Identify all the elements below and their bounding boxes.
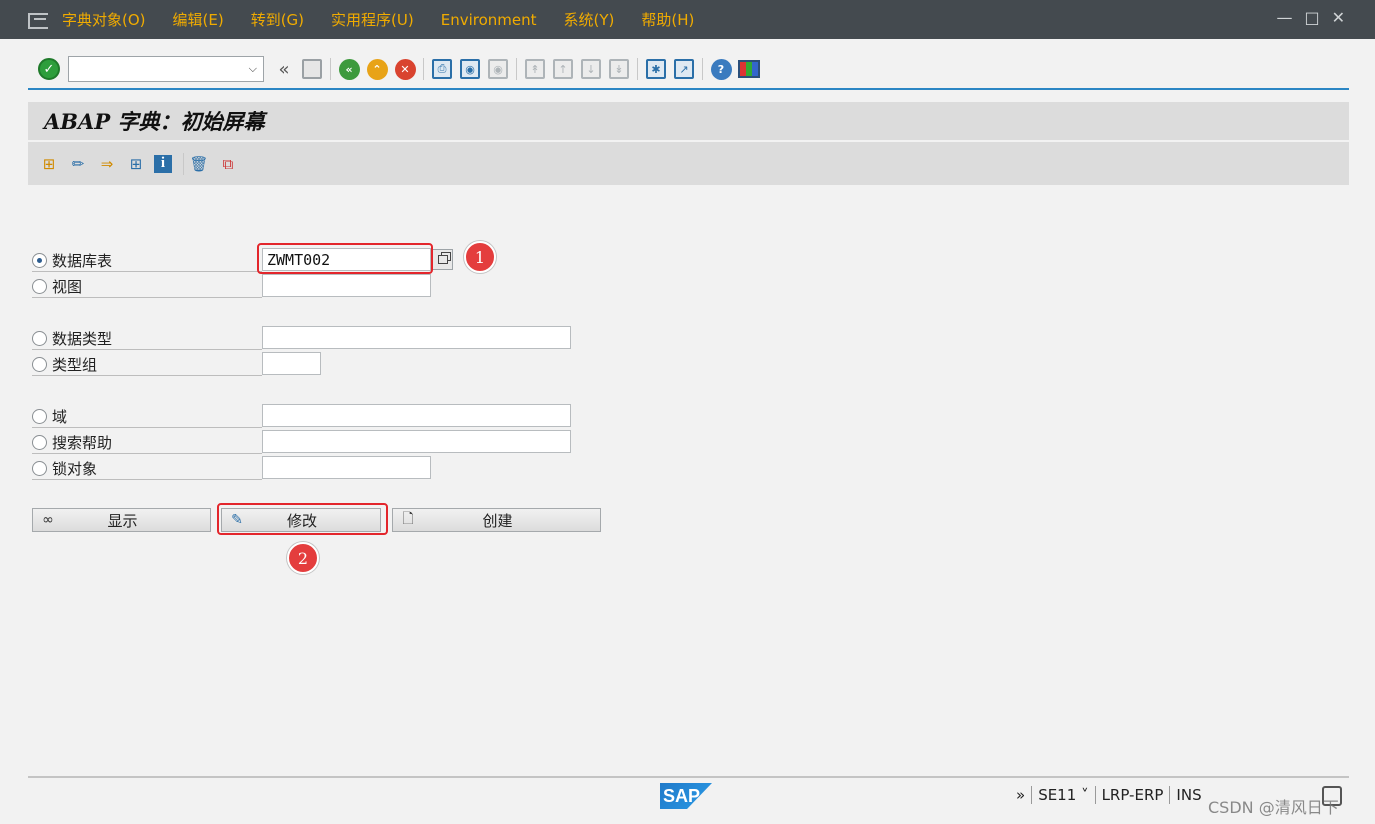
watermark: CSDN @清风日下 <box>1208 798 1339 817</box>
find-icon[interactable]: ◉ <box>460 59 480 79</box>
customize-layout-icon[interactable] <box>738 60 760 78</box>
find-next-icon[interactable]: ◉ <box>488 59 508 79</box>
status-bar: » SE11 ˅ LRP-ERP INS <box>1010 786 1208 804</box>
exit-icon[interactable]: ⌃ <box>366 58 388 80</box>
chevron-down-icon: ˅ <box>1081 786 1089 804</box>
label-lock-object: 锁对象 <box>52 459 98 478</box>
application-toolbar: ⊞ ✏ ⇒ ⊞ i 🗑 ⧉ <box>28 142 1349 185</box>
enter-icon[interactable]: ✓ <box>38 58 60 80</box>
help-icon[interactable]: ? <box>710 58 732 80</box>
radio-data-type[interactable] <box>32 330 47 346</box>
new-document-icon: 🗋 <box>402 511 414 527</box>
radio-domain[interactable] <box>32 408 47 424</box>
next-page-icon[interactable]: ↓ <box>581 59 601 79</box>
display-button-label: 显示 <box>107 511 138 530</box>
type-group-input[interactable] <box>262 352 321 375</box>
value-help-button[interactable] <box>432 249 453 270</box>
menu-item-system[interactable]: 系统(Y) <box>564 9 615 30</box>
radio-type-group[interactable] <box>32 356 47 372</box>
highlight-table-input <box>257 243 433 274</box>
create-button[interactable]: 🗋 创建 <box>392 508 601 532</box>
copy-icon[interactable]: ⧉ <box>217 153 239 175</box>
radio-database-table[interactable] <box>32 252 47 268</box>
radio-view[interactable] <box>32 278 47 294</box>
toolbar-divider <box>28 88 1349 90</box>
page-title: ABAP 字典：初始屏幕 <box>44 109 265 134</box>
last-page-icon[interactable]: ↡ <box>609 59 629 79</box>
status-expand-toggle[interactable]: » <box>1010 786 1033 804</box>
radio-search-help[interactable] <box>32 434 47 450</box>
collapse-icon[interactable]: « <box>273 58 295 80</box>
search-help-input[interactable] <box>262 430 571 453</box>
data-type-input[interactable] <box>262 326 571 349</box>
label-database-table: 数据库表 <box>52 251 113 270</box>
label-type-group: 类型组 <box>52 355 98 374</box>
highlight-change-button <box>217 503 388 535</box>
create-button-label: 创建 <box>482 511 513 530</box>
back-icon[interactable]: « <box>338 58 360 80</box>
menu-bar: 字典对象(O) 编辑(E) 转到(G) 实用程序(U) Environment … <box>0 0 1375 39</box>
check-icon[interactable]: ✏ <box>67 153 89 175</box>
delete-icon[interactable]: 🗑 <box>188 153 210 175</box>
radio-row-lock-object[interactable]: 锁对象 <box>32 457 97 479</box>
close-icon[interactable]: ✕ <box>1332 8 1345 27</box>
display-button[interactable]: ∞ 显示 <box>32 508 211 532</box>
sap-logo: SAP <box>660 783 712 809</box>
status-transaction-label: SE11 <box>1038 786 1077 804</box>
minimize-icon[interactable]: — <box>1276 8 1292 27</box>
where-used-icon[interactable]: ⊞ <box>125 153 147 175</box>
menu-item-utilities[interactable]: 实用程序(U) <box>331 9 414 30</box>
radio-row-data-type[interactable]: 数据类型 <box>32 327 112 349</box>
label-data-type: 数据类型 <box>52 329 113 348</box>
step-marker-2: 2 <box>287 542 319 574</box>
value-help-icon <box>437 255 448 264</box>
menu-item-help[interactable]: 帮助(H) <box>641 9 694 30</box>
radio-row-type-group[interactable]: 类型组 <box>32 353 97 375</box>
maximize-icon[interactable]: □ <box>1304 8 1319 27</box>
radio-row-domain[interactable]: 域 <box>32 405 67 427</box>
status-mode[interactable]: INS <box>1170 786 1207 804</box>
activate-icon[interactable]: ⇒ <box>96 153 118 175</box>
status-divider <box>28 776 1349 778</box>
window-controls: — □ ✕ <box>1276 8 1345 27</box>
label-view: 视图 <box>52 277 83 296</box>
command-dropdown-icon[interactable]: ⌵ <box>249 62 257 76</box>
title-bar: ABAP 字典：初始屏幕 <box>28 102 1349 140</box>
label-domain: 域 <box>52 407 68 426</box>
print-icon[interactable]: ⎙ <box>432 59 452 79</box>
command-field[interactable]: ⌵ <box>68 56 264 82</box>
radio-row-database-table[interactable]: 数据库表 <box>32 249 112 271</box>
new-session-icon[interactable]: ✱ <box>646 59 666 79</box>
glasses-icon: ∞ <box>42 512 54 528</box>
cancel-icon[interactable]: ✕ <box>394 58 416 80</box>
menu-item-goto[interactable]: 转到(G) <box>251 9 304 30</box>
radio-row-view[interactable]: 视图 <box>32 275 82 297</box>
radio-lock-object[interactable] <box>32 460 47 476</box>
status-transaction[interactable]: SE11 ˅ <box>1032 786 1096 804</box>
menu-item-dictionary-object[interactable]: 字典对象(O) <box>62 9 146 30</box>
save-icon[interactable] <box>302 59 322 79</box>
step-marker-1: 1 <box>464 241 496 273</box>
info-icon[interactable]: i <box>154 154 172 173</box>
toolbar-separator <box>330 58 331 80</box>
first-page-icon[interactable]: ↟ <box>525 59 545 79</box>
menu-item-environment[interactable]: Environment <box>441 11 537 29</box>
other-object-icon[interactable]: ⊞ <box>38 153 60 175</box>
create-shortcut-icon[interactable]: ↗ <box>674 59 694 79</box>
previous-page-icon[interactable]: ↑ <box>553 59 573 79</box>
domain-input[interactable] <box>262 404 571 427</box>
system-toolbar: ✓ ⌵ « « ⌃ ✕ ⎙ ◉ ◉ ↟ ↑ ↓ ↡ ✱ ↗ ? <box>28 52 1349 86</box>
menu-item-edit[interactable]: 编辑(E) <box>173 9 224 30</box>
label-search-help: 搜索帮助 <box>52 433 113 452</box>
app-menu-icon[interactable] <box>28 12 50 29</box>
status-system: LRP-ERP <box>1096 786 1171 804</box>
lock-object-input[interactable] <box>262 456 431 479</box>
view-input[interactable] <box>262 274 431 297</box>
radio-row-search-help[interactable]: 搜索帮助 <box>32 431 112 453</box>
